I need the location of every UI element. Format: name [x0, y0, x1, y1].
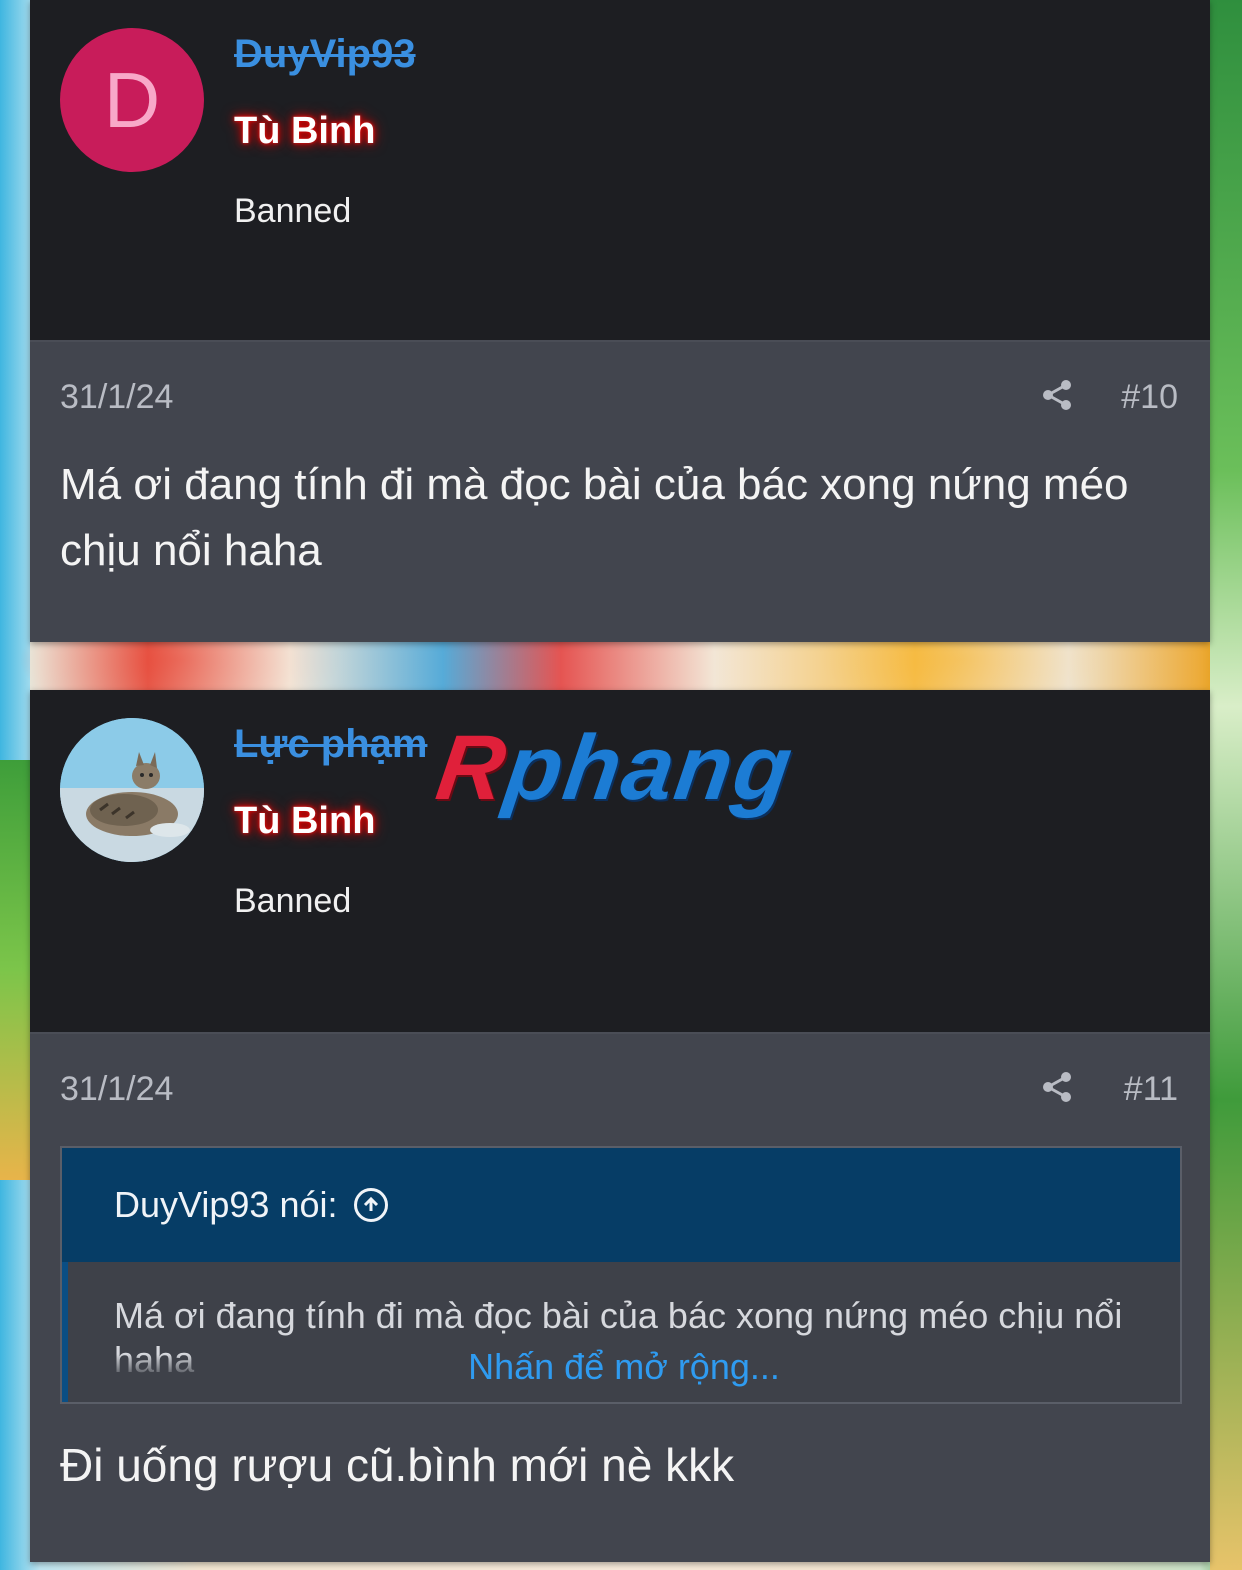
post-user-block: D DuyVip93 Tù Binh Banned [30, 0, 1210, 340]
share-icon[interactable] [1040, 1070, 1074, 1104]
cat-photo-icon [60, 718, 204, 862]
post-number-link[interactable]: #10 [1121, 378, 1178, 417]
quote-author[interactable]: DuyVip93 nói: [114, 1184, 338, 1226]
avatar-cat-photo[interactable] [60, 718, 204, 862]
avatar[interactable]: D [60, 28, 204, 172]
user-title: Tù Binh [234, 800, 376, 842]
post-date[interactable]: 31/1/24 [60, 1070, 173, 1109]
avatar-letter: D [103, 56, 161, 144]
post-10: D DuyVip93 Tù Binh Banned 31/1/24 #10 Má… [30, 0, 1210, 642]
quote-body: Má ơi đang tính đi mà đọc bài của bác xo… [62, 1262, 1180, 1402]
post-11: Lực phạm Tù Binh Banned Rphang 31/1/24 #… [30, 690, 1210, 1562]
username-link[interactable]: Lực phạm [234, 722, 427, 767]
user-title: Tù Binh [234, 110, 376, 152]
background-decoration-band [30, 640, 1210, 690]
share-icon[interactable] [1040, 378, 1074, 412]
user-status-banned: Banned [234, 192, 352, 230]
post-content-block: 31/1/24 #11 DuyVip93 nói: Má ơi đang tín… [30, 1032, 1210, 1562]
watermark-logo-rest: phang [499, 717, 800, 819]
post-date[interactable]: 31/1/24 [60, 378, 173, 417]
quote-expand-link[interactable]: Nhấn để mở rộng... [68, 1346, 1180, 1388]
post-user-block: Lực phạm Tù Binh Banned Rphang [30, 690, 1210, 1032]
arrow-up-circle-icon[interactable] [353, 1188, 388, 1222]
post-number-link[interactable]: #11 [1124, 1070, 1178, 1109]
quote-header[interactable]: DuyVip93 nói: [62, 1148, 1180, 1262]
username-link[interactable]: DuyVip93 [234, 32, 416, 77]
post-message: Đi uống rượu cũ.bình mới nè kkk [60, 1439, 735, 1491]
background-decoration-right [1210, 0, 1242, 1570]
watermark-logo: Rphang [431, 717, 800, 819]
user-status-banned: Banned [234, 882, 352, 920]
post-message: Má ơi đang tính đi mà đọc bài của bác xo… [60, 460, 1129, 575]
post-content-block: 31/1/24 #10 Má ơi đang tính đi mà đọc bà… [30, 340, 1210, 642]
quoted-post: DuyVip93 nói: Má ơi đang tính đi mà đọc … [60, 1146, 1182, 1404]
background-decoration-left [0, 760, 30, 1180]
